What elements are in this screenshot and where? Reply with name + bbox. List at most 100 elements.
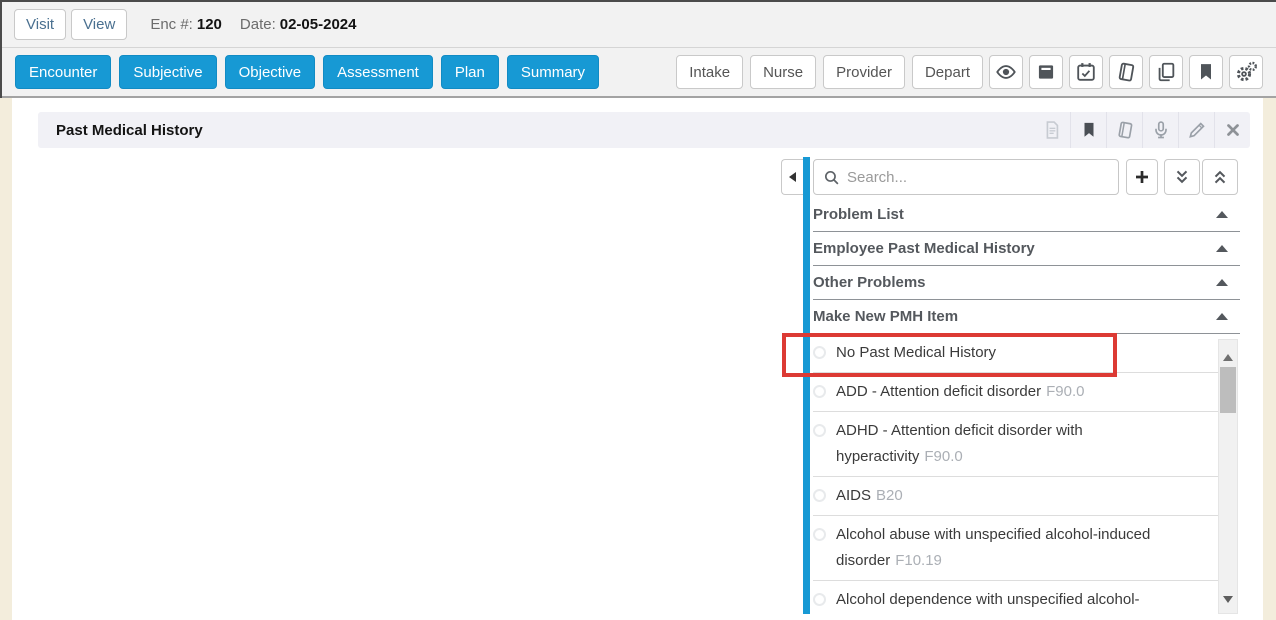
date-value: 02-05-2024 [280, 16, 357, 33]
item-code: B20 [876, 487, 903, 504]
pencil-icon [1187, 120, 1207, 140]
page-title: Past Medical History [38, 122, 1034, 139]
item-code: F10.19 [895, 552, 942, 569]
depart-button[interactable]: Depart [912, 55, 983, 89]
tab-encounter[interactable]: Encounter [15, 55, 111, 89]
radio-icon[interactable] [813, 528, 826, 541]
tab-summary[interactable]: Summary [507, 55, 599, 89]
provider-button[interactable]: Provider [823, 55, 905, 89]
left-edge-strip [0, 98, 12, 620]
tab-subjective[interactable]: Subjective [119, 55, 216, 89]
section-other-problems[interactable]: Other Problems [813, 266, 1240, 300]
encounter-date: Date:02-05-2024 [240, 16, 357, 33]
right-edge-strip [1263, 98, 1276, 620]
dictate-button[interactable] [1142, 112, 1178, 148]
radio-icon[interactable] [813, 346, 826, 359]
bookmark-icon [1080, 121, 1098, 139]
pmh-item-list: No Past Medical History ADD - Attention … [813, 334, 1218, 614]
scroll-up-icon[interactable] [1223, 354, 1233, 361]
collapse-all-icon [1211, 168, 1229, 186]
search-icon [823, 169, 840, 186]
intake-button[interactable]: Intake [676, 55, 743, 89]
section-label: Other Problems [813, 274, 926, 291]
reference-book-button[interactable] [1106, 112, 1142, 148]
section-label: Employee Past Medical History [813, 240, 1035, 257]
section-employee-pmh[interactable]: Employee Past Medical History [813, 232, 1240, 266]
encounter-number: Enc #:120 [150, 16, 222, 33]
calendar-check-icon [1075, 61, 1097, 83]
section-label: Make New PMH Item [813, 308, 958, 325]
nurse-button[interactable]: Nurse [750, 55, 816, 89]
date-label: Date: [240, 16, 276, 33]
section-make-new-pmh-item[interactable]: Make New PMH Item [813, 300, 1240, 334]
collapse-up-icon [1216, 211, 1228, 218]
bookmark-icon [1196, 62, 1216, 82]
expand-all-button[interactable] [1164, 159, 1200, 195]
search-box [813, 159, 1119, 195]
item-name: ADD - Attention deficit disorder [836, 383, 1041, 400]
collapse-left-icon [789, 172, 796, 182]
radio-icon[interactable] [813, 385, 826, 398]
scroll-down-icon[interactable] [1223, 596, 1233, 603]
radio-icon[interactable] [813, 489, 826, 502]
section-label: Problem List [813, 206, 904, 223]
ehr-screen: Visit View Enc #:120 Date:02-05-2024 Enc… [0, 0, 1276, 620]
list-scrollbar[interactable] [1218, 339, 1238, 614]
list-item-no-past-medical-history[interactable]: No Past Medical History [813, 334, 1218, 373]
document-icon [1042, 120, 1062, 140]
past-medical-history-header: Past Medical History [38, 112, 1250, 148]
scrollbar-thumb[interactable] [1220, 367, 1236, 413]
main-content: Past Medical History [0, 98, 1276, 620]
visit-button[interactable]: Visit [14, 9, 66, 40]
note-button[interactable] [1034, 112, 1070, 148]
book-button[interactable] [1109, 55, 1143, 89]
top-bar: Visit View Enc #:120 Date:02-05-2024 [2, 2, 1276, 48]
settings-button[interactable] [1229, 55, 1263, 89]
item-code: F90.0 [924, 448, 962, 465]
tab-objective[interactable]: Objective [225, 55, 316, 89]
view-button[interactable]: View [71, 9, 127, 40]
close-icon [1224, 121, 1242, 139]
section-header-actions [1034, 112, 1250, 148]
list-item-aids[interactable]: AIDSB20 [813, 477, 1218, 516]
expand-all-icon [1173, 168, 1191, 186]
collapse-up-icon [1216, 279, 1228, 286]
add-item-button[interactable] [1126, 159, 1158, 195]
radio-icon[interactable] [813, 424, 826, 437]
bookmark-button[interactable] [1189, 55, 1223, 89]
close-section-button[interactable] [1214, 112, 1250, 148]
calendar-check-button[interactable] [1069, 55, 1103, 89]
copy-button[interactable] [1149, 55, 1183, 89]
archive-box-icon [1036, 62, 1056, 82]
pmh-accordion: Problem List Employee Past Medical Histo… [813, 198, 1240, 334]
item-code: F90.0 [1046, 383, 1084, 400]
search-input[interactable] [847, 169, 1109, 186]
archive-box-button[interactable] [1029, 55, 1063, 89]
bookmark-section-button[interactable] [1070, 112, 1106, 148]
list-item-adhd[interactable]: ADHD - Attention deficit disorder with h… [813, 412, 1218, 477]
eye-icon [995, 61, 1017, 83]
book-icon [1115, 120, 1135, 140]
list-item-alcohol-dependence[interactable]: Alcohol dependence with unspecified alco… [813, 581, 1218, 614]
enc-value: 120 [197, 16, 222, 33]
section-problem-list[interactable]: Problem List [813, 198, 1240, 232]
edit-button[interactable] [1178, 112, 1214, 148]
book-icon [1115, 61, 1137, 83]
collapse-all-button[interactable] [1202, 159, 1238, 195]
tab-plan[interactable]: Plan [441, 55, 499, 89]
tab-assessment[interactable]: Assessment [323, 55, 433, 89]
eye-button[interactable] [989, 55, 1023, 89]
enc-label: Enc #: [150, 16, 193, 33]
radio-icon[interactable] [813, 593, 826, 606]
toolbars: Visit View Enc #:120 Date:02-05-2024 Enc… [0, 0, 1276, 98]
list-item-add[interactable]: ADD - Attention deficit disorder F90.0 [813, 373, 1218, 412]
item-name: Alcohol abuse with unspecified alcohol-i… [836, 526, 1150, 569]
collapse-up-icon [1216, 245, 1228, 252]
item-name: No Past Medical History [836, 344, 996, 361]
item-name: Alcohol dependence with unspecified alco… [836, 591, 1140, 608]
gears-icon [1234, 60, 1258, 84]
list-item-alcohol-abuse[interactable]: Alcohol abuse with unspecified alcohol-i… [813, 516, 1218, 581]
collapse-up-icon [1216, 313, 1228, 320]
panel-accent-bar [803, 157, 810, 614]
panel-collapse-handle[interactable] [781, 159, 803, 195]
